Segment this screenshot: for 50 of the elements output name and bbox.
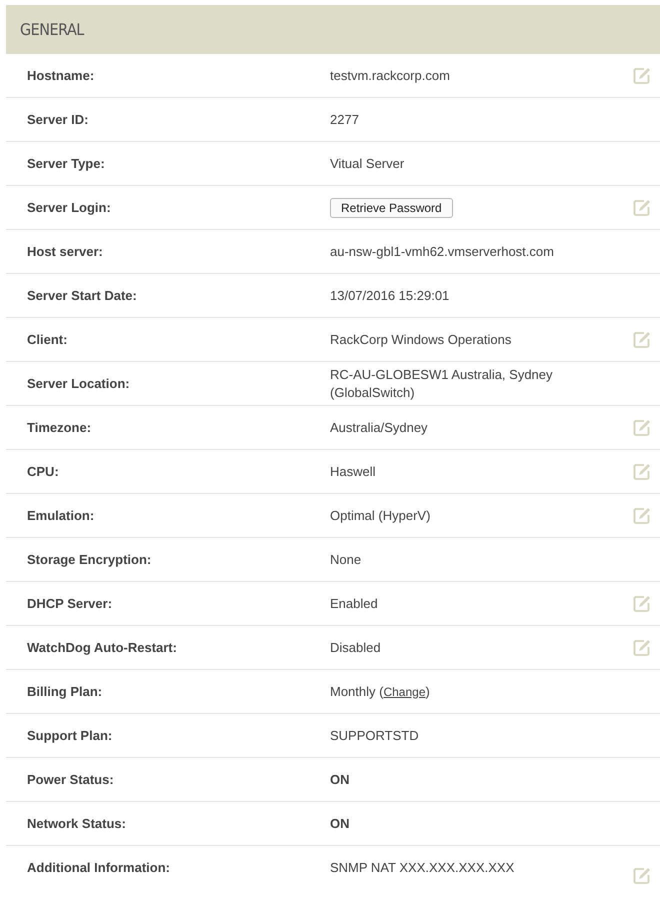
- field-value: RackCorp Windows Operations: [330, 330, 512, 348]
- field-label: Network Status:: [26, 816, 127, 831]
- field-label: Power Status:: [26, 772, 115, 787]
- field-label: Support Plan:: [26, 728, 114, 743]
- field-value: Australia/Sydney: [330, 418, 428, 436]
- field-value: 13/07/2016 15:29:01: [330, 286, 450, 304]
- edit-icon[interactable]: [633, 418, 651, 436]
- section-title: GENERAL: [20, 20, 84, 39]
- field-label: Storage Encryption:: [26, 552, 152, 567]
- edit-icon[interactable]: [633, 638, 651, 656]
- field-label: Hostname:: [26, 68, 96, 83]
- field-label: Client:: [26, 332, 68, 347]
- edit-icon[interactable]: [633, 66, 651, 84]
- field-label: Additional Information:: [26, 860, 171, 875]
- field-label: Emulation:: [26, 508, 96, 523]
- field-value: Enabled: [330, 594, 378, 612]
- field-label: Server Type:: [26, 156, 106, 171]
- field-value: RC-AU-GLOBESW1 Australia, Sydney (GlobalSwitch): [330, 366, 554, 402]
- field-label: Server Start Date:: [26, 288, 138, 303]
- field-label: DHCP Server:: [26, 596, 114, 611]
- field-value: au-nsw-gbl1-vmh62.vmserverhost.com: [330, 242, 554, 260]
- field-value: Monthly (: [330, 682, 384, 700]
- edit-icon[interactable]: [633, 330, 651, 348]
- field-value: ON: [330, 770, 350, 788]
- field-label: Billing Plan:: [26, 684, 104, 699]
- field-value: None: [330, 550, 362, 568]
- field-label: WatchDog Auto-Restart:: [26, 640, 178, 655]
- field-value: Optimal (HyperV): [330, 506, 430, 524]
- edit-icon[interactable]: [633, 198, 651, 216]
- field-value: SNMP NAT XXX.XXX.XXX.XXX: [330, 858, 514, 876]
- field-label: Timezone:: [26, 420, 92, 435]
- edit-icon[interactable]: [633, 867, 651, 885]
- edit-icon[interactable]: [633, 462, 651, 480]
- field-label: Server Login:: [26, 200, 112, 215]
- field-label: Server ID:: [26, 112, 90, 127]
- field-value: SUPPORTSTD: [330, 726, 419, 744]
- field-value: Vitual Server: [330, 154, 404, 172]
- field-value: Haswell: [330, 462, 376, 480]
- retrieve-password-button[interactable]: Retrieve Password: [330, 198, 453, 218]
- field-label: CPU:: [26, 464, 60, 479]
- field-value: ): [426, 682, 430, 700]
- field-label: Host server:: [26, 244, 104, 259]
- field-label: Server Location:: [26, 376, 131, 391]
- field-value: testvm.rackcorp.com: [330, 66, 450, 84]
- change-link[interactable]: Change: [383, 682, 426, 700]
- field-value: ON: [330, 814, 350, 832]
- edit-icon[interactable]: [633, 594, 651, 612]
- field-value: Disabled: [330, 638, 381, 656]
- edit-icon[interactable]: [633, 506, 651, 524]
- field-value: 2277: [330, 110, 359, 128]
